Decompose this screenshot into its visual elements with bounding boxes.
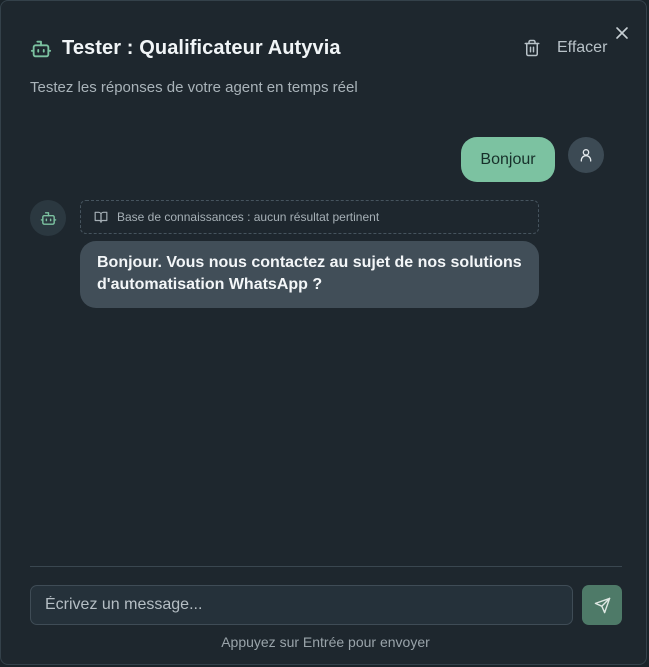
composer-divider bbox=[30, 566, 622, 567]
trash-icon bbox=[524, 39, 540, 57]
bot-icon bbox=[40, 211, 56, 225]
tester-dialog: Tester : Qualificateur Autyvia Effacer T… bbox=[0, 0, 647, 665]
send-hint: Appuyez sur Entrée pour envoyer bbox=[221, 634, 430, 650]
user-avatar bbox=[568, 137, 604, 173]
send-icon bbox=[594, 597, 610, 613]
bot-message-bubble: Bonjour. Vous nous contactez au sujet de… bbox=[80, 241, 539, 308]
dialog-subtitle: Testez les réponses de votre agent en te… bbox=[30, 79, 358, 96]
message-input[interactable] bbox=[30, 585, 573, 625]
knowledge-base-note: Base de connaissances : aucun résultat p… bbox=[80, 200, 539, 234]
dialog-title: Tester : Qualificateur Autyvia bbox=[62, 37, 341, 59]
knowledge-base-note-text: Base de connaissances : aucun résultat p… bbox=[117, 210, 380, 224]
user-icon bbox=[580, 149, 592, 162]
send-button[interactable] bbox=[582, 585, 622, 625]
clear-button[interactable]: Effacer bbox=[523, 39, 607, 57]
clear-button-label: Effacer bbox=[557, 39, 608, 56]
close-icon bbox=[616, 27, 628, 39]
bot-avatar bbox=[30, 200, 66, 236]
dialog-header: Tester : Qualificateur Autyvia bbox=[30, 37, 341, 60]
close-button[interactable] bbox=[612, 23, 632, 43]
bot-icon bbox=[30, 40, 52, 57]
book-open-icon bbox=[94, 211, 108, 223]
user-message-bubble: Bonjour bbox=[461, 137, 555, 182]
